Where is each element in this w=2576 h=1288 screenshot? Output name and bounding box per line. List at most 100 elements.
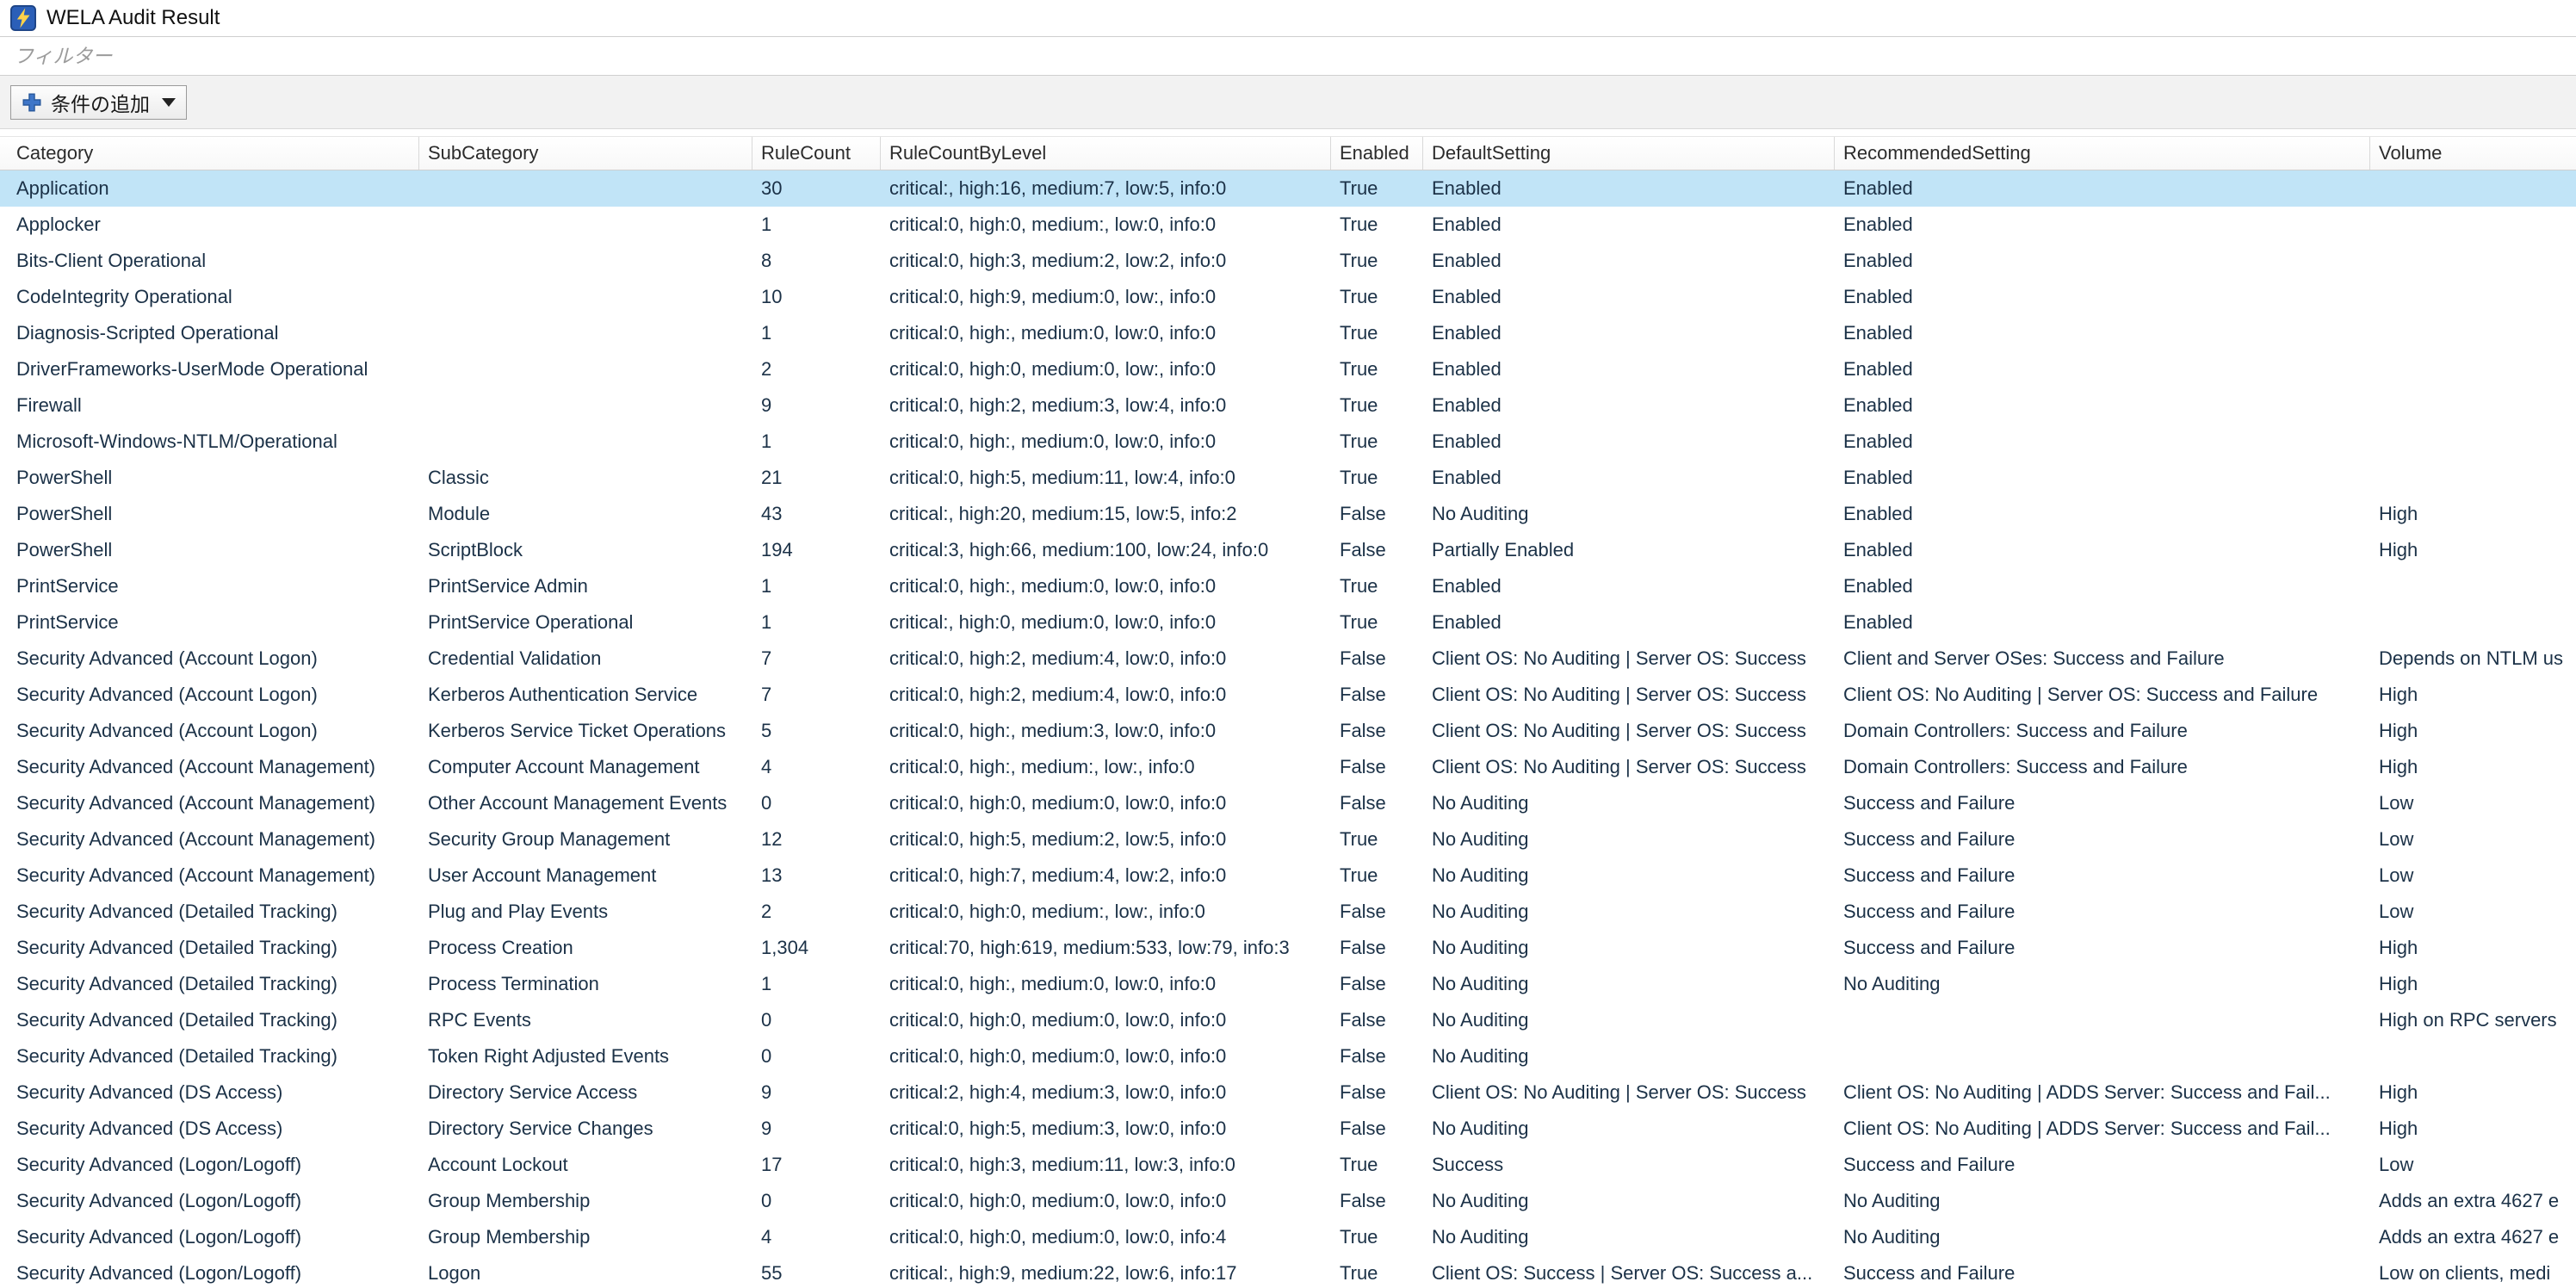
table-row[interactable]: PrintServicePrintService Operational1cri… [0,604,2576,641]
cell-defaultsetting: Enabled [1423,604,1835,641]
table-row[interactable]: Security Advanced (Account Management)Co… [0,749,2576,785]
add-condition-button[interactable]: 条件の追加 [10,85,187,120]
column-header-defaultsetting[interactable]: DefaultSetting [1423,137,1835,170]
cell-volume: High [2370,749,2576,785]
cell-rulecountbylevel: critical:0, high:3, medium:2, low:2, inf… [881,243,1331,279]
cell-rulecountbylevel: critical:0, high:7, medium:4, low:2, inf… [881,858,1331,894]
cell-rulecount: 12 [752,821,881,858]
cell-rulecountbylevel: critical:0, high:0, medium:0, low:0, inf… [881,785,1331,821]
table-row[interactable]: Security Advanced (Account Logon)Kerbero… [0,677,2576,713]
cell-subcategory: Group Membership [419,1183,752,1219]
cell-category: Diagnosis-Scripted Operational [0,315,419,351]
column-header-rulecount[interactable]: RuleCount [752,137,881,170]
cell-enabled: True [1331,568,1423,604]
cell-enabled: False [1331,930,1423,966]
cell-category: Security Advanced (Logon/Logoff) [0,1147,419,1183]
table-row[interactable]: CodeIntegrity Operational10critical:0, h… [0,279,2576,315]
cell-enabled: False [1331,496,1423,532]
cell-subcategory: Kerberos Authentication Service [419,677,752,713]
cell-subcategory: Classic [419,460,752,496]
table-row[interactable]: Microsoft-Windows-NTLM/Operational1criti… [0,424,2576,460]
table-row[interactable]: Security Advanced (Detailed Tracking)Tok… [0,1038,2576,1074]
table-row[interactable]: Security Advanced (Account Management)Us… [0,858,2576,894]
cell-category: Security Advanced (Account Management) [0,821,419,858]
cell-subcategory: Kerberos Service Ticket Operations [419,713,752,749]
table-row[interactable]: Diagnosis-Scripted Operational1critical:… [0,315,2576,351]
cell-rulecountbylevel: critical:0, high:5, medium:2, low:5, inf… [881,821,1331,858]
table-row[interactable]: Security Advanced (Logon/Logoff)Group Me… [0,1219,2576,1255]
table-row[interactable]: PrintServicePrintService Admin1critical:… [0,568,2576,604]
cell-rulecountbylevel: critical:, high:0, medium:0, low:0, info… [881,604,1331,641]
cell-subcategory: Process Termination [419,966,752,1002]
cell-category: Firewall [0,387,419,424]
table-row[interactable]: PowerShellModule43critical:, high:20, me… [0,496,2576,532]
table-row[interactable]: Bits-Client Operational8critical:0, high… [0,243,2576,279]
cell-rulecount: 7 [752,677,881,713]
cell-enabled: False [1331,677,1423,713]
cell-volume: Low [2370,1147,2576,1183]
cell-rulecount: 1 [752,424,881,460]
cell-subcategory [419,315,752,351]
cell-category: Security Advanced (Account Management) [0,858,419,894]
column-header-enabled[interactable]: Enabled [1331,137,1423,170]
cell-volume: Low on clients, medi [2370,1255,2576,1288]
cell-rulecountbylevel: critical:0, high:2, medium:3, low:4, inf… [881,387,1331,424]
table-row[interactable]: Security Advanced (DS Access)Directory S… [0,1111,2576,1147]
cell-defaultsetting: Client OS: No Auditing | Server OS: Succ… [1423,1074,1835,1111]
filter-input[interactable] [0,36,2576,76]
table-row[interactable]: Security Advanced (Account Logon)Credent… [0,641,2576,677]
cell-category: Security Advanced (Account Logon) [0,713,419,749]
table-row[interactable]: Security Advanced (Account Management)Ot… [0,785,2576,821]
table-row[interactable]: Security Advanced (Logon/Logoff)Group Me… [0,1183,2576,1219]
table-row[interactable]: Security Advanced (Detailed Tracking)RPC… [0,1002,2576,1038]
cell-subcategory: Other Account Management Events [419,785,752,821]
cell-rulecountbylevel: critical:0, high:0, medium:0, low:, info… [881,351,1331,387]
cell-rulecount: 0 [752,1002,881,1038]
table-row[interactable]: Security Advanced (Detailed Tracking)Plu… [0,894,2576,930]
column-header-category[interactable]: Category [0,137,419,170]
cell-category: PowerShell [0,532,419,568]
cell-subcategory: RPC Events [419,1002,752,1038]
column-header-volume[interactable]: Volume [2370,137,2576,170]
column-header-recommendedsetting[interactable]: RecommendedSetting [1835,137,2370,170]
table-row[interactable]: Security Advanced (Detailed Tracking)Pro… [0,966,2576,1002]
cell-rulecount: 8 [752,243,881,279]
cell-category: PowerShell [0,460,419,496]
table-row[interactable]: Security Advanced (Logon/Logoff)Logon55c… [0,1255,2576,1288]
cell-volume: High on RPC servers [2370,1002,2576,1038]
table-row[interactable]: Security Advanced (Detailed Tracking)Pro… [0,930,2576,966]
table-row[interactable]: Security Advanced (Account Logon)Kerbero… [0,713,2576,749]
cell-rulecount: 5 [752,713,881,749]
cell-category: Applocker [0,207,419,243]
cell-category: CodeIntegrity Operational [0,279,419,315]
cell-enabled: True [1331,460,1423,496]
cell-enabled: True [1331,821,1423,858]
cell-rulecountbylevel: critical:, high:16, medium:7, low:5, inf… [881,170,1331,207]
cell-rulecountbylevel: critical:0, high:, medium:, low:, info:0 [881,749,1331,785]
column-header-rulecountbylevel[interactable]: RuleCountByLevel [881,137,1331,170]
cell-enabled: True [1331,604,1423,641]
cell-rulecount: 43 [752,496,881,532]
cell-subcategory: Module [419,496,752,532]
cell-subcategory [419,170,752,207]
table-row[interactable]: Application30critical:, high:16, medium:… [0,170,2576,207]
table-row[interactable]: PowerShellScriptBlock194critical:3, high… [0,532,2576,568]
table-row[interactable]: PowerShellClassic21critical:0, high:5, m… [0,460,2576,496]
cell-defaultsetting: No Auditing [1423,966,1835,1002]
table-row[interactable]: Security Advanced (DS Access)Directory S… [0,1074,2576,1111]
cell-defaultsetting: No Auditing [1423,1219,1835,1255]
table-row[interactable]: DriverFrameworks-UserMode Operational2cr… [0,351,2576,387]
cell-defaultsetting: No Auditing [1423,821,1835,858]
cell-category: Security Advanced (Account Logon) [0,641,419,677]
cell-rulecount: 1 [752,207,881,243]
table-row[interactable]: Applocker1critical:0, high:0, medium:, l… [0,207,2576,243]
table-row[interactable]: Security Advanced (Account Management)Se… [0,821,2576,858]
cell-recommendedsetting: Client OS: No Auditing | ADDS Server: Su… [1835,1074,2370,1111]
cell-rulecount: 1 [752,604,881,641]
add-condition-label: 条件の追加 [51,88,150,117]
cell-subcategory: Security Group Management [419,821,752,858]
column-header-subcategory[interactable]: SubCategory [419,137,752,170]
cell-enabled: True [1331,170,1423,207]
table-row[interactable]: Firewall9critical:0, high:2, medium:3, l… [0,387,2576,424]
table-row[interactable]: Security Advanced (Logon/Logoff)Account … [0,1147,2576,1183]
